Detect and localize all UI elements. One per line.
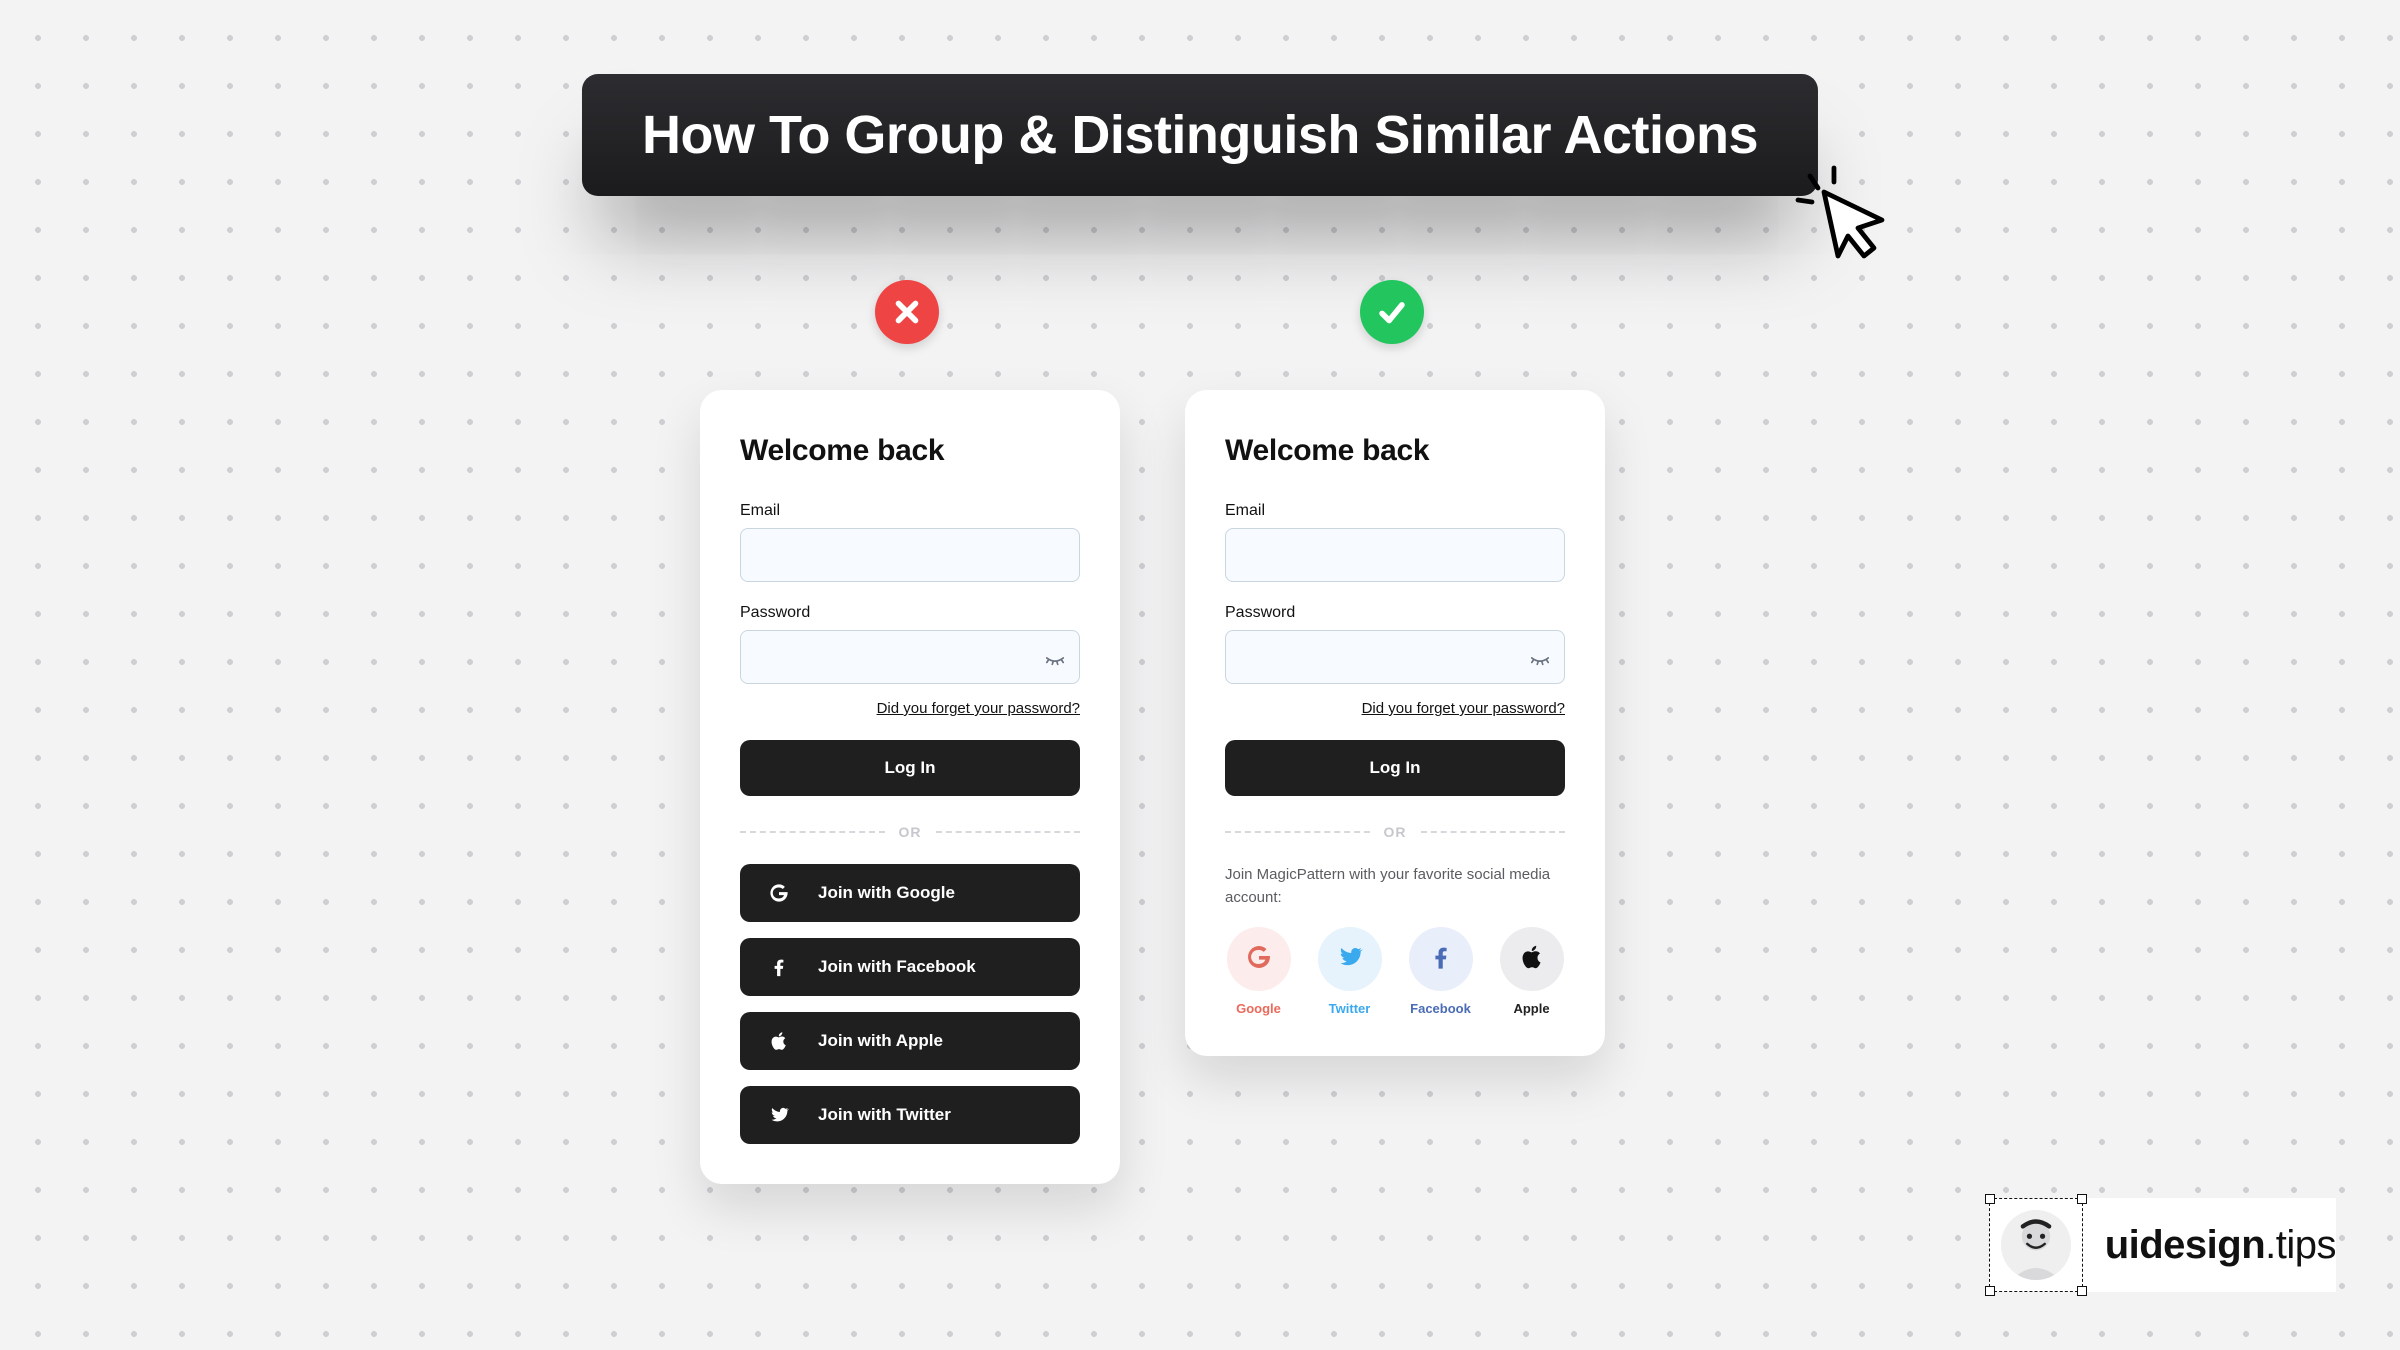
button-label: Join with Twitter <box>818 1105 951 1125</box>
brand-footer: uidesign.tips <box>1989 1198 2336 1292</box>
title-text: How To Group & Distinguish Similar Actio… <box>642 105 1758 165</box>
google-icon <box>768 882 790 904</box>
divider-label: OR <box>899 824 922 840</box>
chip-label: Google <box>1236 1001 1281 1016</box>
facebook-icon <box>768 956 790 978</box>
divider-line <box>740 831 885 833</box>
twitter-icon <box>1336 943 1364 976</box>
bad-example-badge <box>875 280 939 344</box>
password-field[interactable] <box>740 630 1080 684</box>
login-card-bad: Welcome back Email Password Did you forg… <box>700 390 1120 1184</box>
button-label: Join with Google <box>818 883 955 903</box>
email-label: Email <box>740 502 1080 520</box>
twitter-icon <box>768 1104 790 1126</box>
password-label: Password <box>740 604 1080 622</box>
join-google-button[interactable]: Join with Google <box>740 864 1080 922</box>
brand-rest: .tips <box>2265 1223 2336 1267</box>
divider-line <box>936 831 1081 833</box>
brand-bold: uidesign <box>2105 1223 2265 1267</box>
email-field[interactable] <box>1225 528 1565 582</box>
divider-line <box>1225 831 1370 833</box>
password-label: Password <box>1225 604 1565 622</box>
button-label: Join with Apple <box>818 1031 943 1051</box>
login-button[interactable]: Log In <box>1225 740 1565 796</box>
join-facebook-button[interactable]: Join with Facebook <box>740 938 1080 996</box>
title-banner: How To Group & Distinguish Similar Actio… <box>582 74 1818 196</box>
eye-closed-icon[interactable] <box>1044 646 1066 668</box>
brand-text: uidesign.tips <box>2105 1223 2336 1268</box>
chip-label: Facebook <box>1410 1001 1471 1016</box>
cursor-click-icon <box>1794 164 1890 260</box>
chip-label: Twitter <box>1329 1001 1371 1016</box>
eye-closed-icon[interactable] <box>1529 646 1551 668</box>
join-note: Join MagicPattern with your favorite soc… <box>1225 864 1565 909</box>
facebook-icon <box>1427 943 1455 976</box>
email-label: Email <box>1225 502 1565 520</box>
join-twitter-chip[interactable]: Twitter <box>1316 927 1383 1016</box>
forgot-password-link[interactable]: Did you forget your password? <box>877 700 1080 717</box>
login-button[interactable]: Log In <box>740 740 1080 796</box>
avatar-icon <box>2001 1210 2071 1280</box>
check-icon <box>1375 295 1409 329</box>
avatar-selection-frame <box>1989 1198 2083 1292</box>
password-field[interactable] <box>1225 630 1565 684</box>
good-example-badge <box>1360 280 1424 344</box>
card-title: Welcome back <box>740 434 1080 468</box>
x-icon <box>890 295 924 329</box>
email-field[interactable] <box>740 528 1080 582</box>
divider-line <box>1421 831 1566 833</box>
card-title: Welcome back <box>1225 434 1565 468</box>
forgot-password-link[interactable]: Did you forget your password? <box>1362 700 1565 717</box>
join-apple-chip[interactable]: Apple <box>1498 927 1565 1016</box>
join-apple-button[interactable]: Join with Apple <box>740 1012 1080 1070</box>
divider-label: OR <box>1384 824 1407 840</box>
join-twitter-button[interactable]: Join with Twitter <box>740 1086 1080 1144</box>
apple-icon <box>1518 943 1546 976</box>
join-google-chip[interactable]: Google <box>1225 927 1292 1016</box>
join-facebook-chip[interactable]: Facebook <box>1407 927 1474 1016</box>
login-card-good: Welcome back Email Password Did you forg… <box>1185 390 1605 1056</box>
chip-label: Apple <box>1513 1001 1549 1016</box>
apple-icon <box>768 1030 790 1052</box>
button-label: Join with Facebook <box>818 957 976 977</box>
google-icon <box>1245 943 1273 976</box>
